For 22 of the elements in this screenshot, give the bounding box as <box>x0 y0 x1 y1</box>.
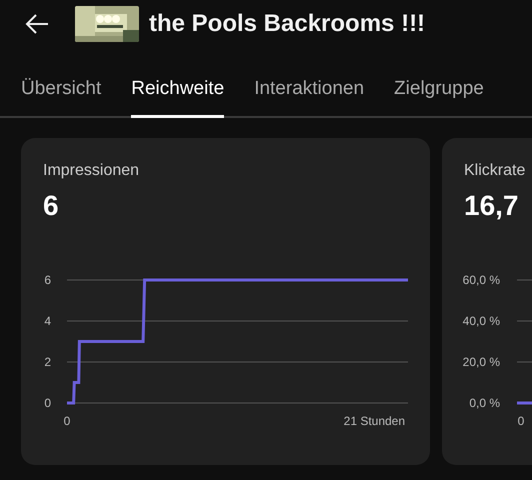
metric-title: Klickrate <box>464 162 526 180</box>
tab[interactable]: Zielgruppe <box>394 77 484 118</box>
y-axis-label: 0,0 % <box>469 396 500 410</box>
x-axis-label: 0 <box>64 414 70 428</box>
x-axis-label: 21 Stunden <box>344 414 406 428</box>
tab[interactable]: Übersicht <box>21 77 102 118</box>
video-title: the Pools Backrooms !!! <box>149 10 426 38</box>
x-axis-label: 0 <box>518 414 524 428</box>
tab[interactable]: Reichweite <box>131 77 224 118</box>
y-axis-label: 2 <box>44 355 51 369</box>
chart-line <box>517 402 532 404</box>
y-axis-label: 4 <box>44 314 51 328</box>
y-axis-label: 40,0 % <box>462 314 500 328</box>
y-axis-label: 20,0 % <box>462 355 500 369</box>
metric-value: 6 <box>43 190 60 222</box>
tab[interactable]: Interaktionen <box>254 77 364 118</box>
y-axis-label: 6 <box>44 273 51 287</box>
back-arrow-icon[interactable] <box>24 13 50 35</box>
metric-title: Impressionen <box>43 162 140 180</box>
y-axis-label: 0 <box>44 396 51 410</box>
y-axis-label: 60,0 % <box>462 273 500 287</box>
metric-value: 16,7 <box>464 190 520 222</box>
